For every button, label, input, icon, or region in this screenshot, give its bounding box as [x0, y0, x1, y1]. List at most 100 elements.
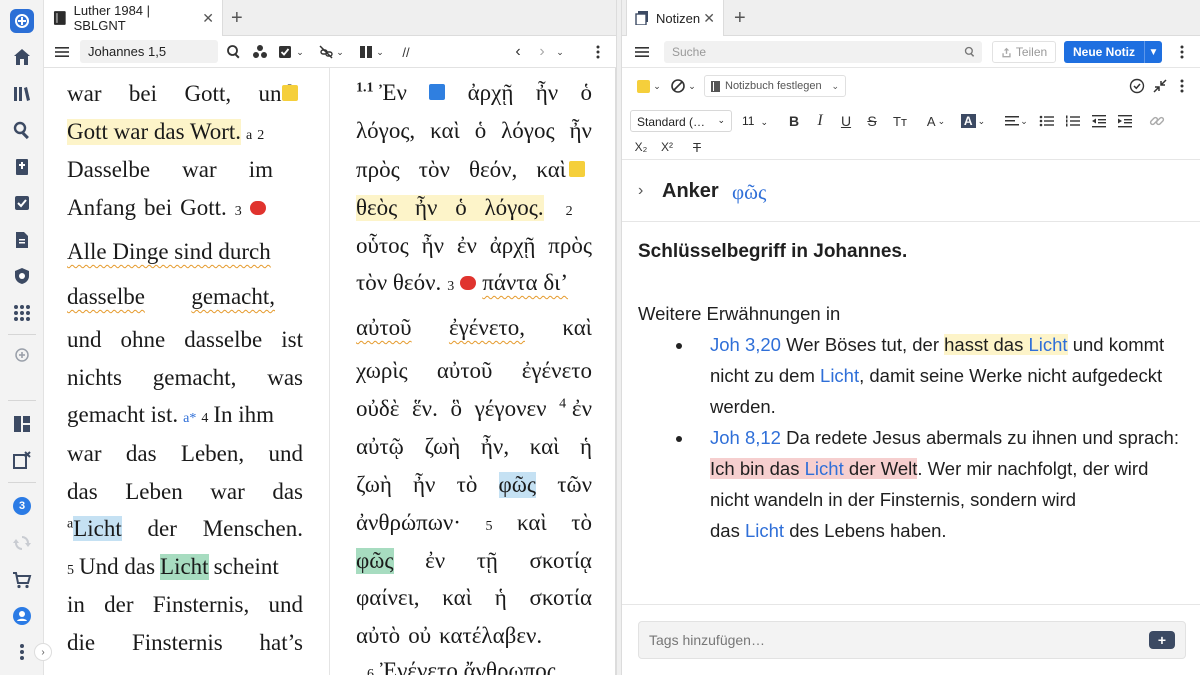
note-marker-icon[interactable] — [429, 84, 446, 100]
layout-icon[interactable] — [10, 412, 34, 436]
text-line: αὐτοῦ ἐγένετο, καὶ — [356, 315, 592, 340]
wavy-underline[interactable]: Alle Dinge sind durch — [67, 239, 271, 265]
note-color-dropdown[interactable]: ⌄ — [636, 76, 662, 96]
shield-icon[interactable] — [10, 264, 34, 288]
outdent-button[interactable] — [1090, 111, 1108, 131]
visual-filter-icon[interactable] — [250, 42, 270, 62]
menu-icon[interactable] — [632, 42, 652, 62]
more-vertical-icon[interactable] — [1174, 42, 1190, 62]
add-tag-icon[interactable]: + — [1149, 631, 1175, 649]
bold-button[interactable]: B — [786, 111, 802, 131]
notes-search-input[interactable]: Suche — [664, 41, 982, 63]
note-marker-icon[interactable] — [282, 85, 298, 101]
luther-text-pane[interactable]: war bei Gott, und Gott war das Wort. a 2 Dass… — [44, 68, 330, 675]
chevron-right-icon[interactable]: › — [638, 182, 643, 200]
next-icon[interactable]: › — [534, 42, 550, 62]
comment-bubble-icon[interactable] — [249, 201, 266, 215]
subscript-button[interactable]: X₂ — [632, 137, 650, 157]
text-line: αὐτῷ ζωὴ ἦν, καὶ ἡ — [356, 434, 592, 459]
clear-formatting-button[interactable]: T — [688, 137, 706, 157]
search-icon[interactable] — [10, 118, 34, 142]
superscript-button[interactable]: X² — [658, 137, 676, 157]
new-note-button[interactable]: Neue Notiz ▼ — [1064, 41, 1162, 63]
more-vertical-icon[interactable] — [590, 42, 606, 62]
close-icon[interactable]: ✕ — [703, 10, 715, 27]
paragraph-style-select[interactable]: Standard (… ⌄ — [630, 110, 732, 132]
note-editor[interactable]: Schlüsselbegriff in Johannes. Weitere Er… — [622, 222, 1200, 604]
tab-notizen[interactable]: Notizen ✕ — [626, 0, 724, 36]
anchor-word-link[interactable]: φῶς — [732, 180, 766, 205]
underline-button[interactable]: U — [838, 111, 854, 131]
chevron-down-icon[interactable]: ▼ — [1144, 41, 1162, 63]
parallel-columns-icon[interactable]: ⌄ — [354, 42, 388, 62]
numbered-list-button[interactable] — [1064, 111, 1082, 131]
font-size-select[interactable]: 11 ⌄ — [742, 110, 772, 132]
logos-logo-icon[interactable] — [10, 9, 34, 33]
link-icon[interactable] — [1148, 111, 1166, 131]
text-line: λόγος, καὶ ὁ λόγος ἦν — [356, 118, 592, 143]
link-off-dropdown-icon[interactable]: ⌄ — [314, 42, 348, 62]
text-line: und ohne dasselbe ist — [67, 327, 303, 352]
share-button[interactable]: Teilen — [992, 41, 1056, 63]
library-icon[interactable] — [10, 82, 34, 106]
checkbox-dropdown-icon[interactable]: ⌄ — [276, 42, 306, 62]
text-line: πρὸς τὸν θεόν, καὶ — [356, 157, 566, 182]
tab-luther-sblgnt[interactable]: Luther 1984 | SBLGNT ✕ — [45, 0, 223, 36]
previous-icon[interactable]: ‹ — [510, 42, 526, 62]
greek-text-pane[interactable]: 1.1 Ἐν ἀρχῇ ἦν ὁ λόγος, καὶ ὁ λόγος ἦν πρὸς τὸν θ… — [331, 68, 616, 675]
text-line: die Finsternis hat’s — [67, 630, 303, 655]
add-tab-icon[interactable]: + — [231, 8, 243, 28]
right-tab-bar: Notizen ✕ + — [622, 0, 1200, 36]
highlight-blue[interactable]: Licht — [73, 516, 122, 541]
more-vertical-icon[interactable] — [10, 640, 34, 664]
note-marker-icon[interactable] — [569, 161, 585, 177]
collapse-icon[interactable] — [1152, 76, 1168, 96]
highlight-green[interactable]: φῶς — [356, 548, 394, 574]
cart-icon[interactable] — [10, 568, 34, 592]
bullet-list-button[interactable] — [1038, 111, 1056, 131]
wavy-underline[interactable]: πάντα δι’ — [482, 270, 568, 296]
indent-button[interactable] — [1116, 111, 1134, 131]
sync-icon[interactable] — [10, 531, 34, 555]
apps-grid-icon[interactable] — [10, 301, 34, 325]
add-tab-icon[interactable]: + — [734, 8, 746, 28]
user-account-icon[interactable] — [10, 604, 34, 628]
clear-size-button[interactable]: Tт — [890, 111, 910, 131]
add-circle-icon[interactable] — [10, 343, 34, 367]
home-icon[interactable] — [10, 45, 34, 69]
sync-toggle[interactable]: // — [396, 42, 416, 62]
check-circle-icon[interactable] — [1128, 76, 1146, 96]
document-icon[interactable] — [10, 228, 34, 252]
comment-bubble-icon[interactable] — [460, 276, 477, 290]
align-dropdown[interactable]: ⌄ — [1002, 111, 1030, 131]
bible-reference-link[interactable]: Joh 8,12 — [710, 427, 781, 448]
reference-input[interactable]: Johannes 1,5 — [80, 40, 218, 63]
highlight-blue[interactable]: φῶς — [498, 472, 537, 498]
more-vertical-icon[interactable] — [1174, 76, 1190, 96]
notification-badge[interactable]: 3 — [10, 494, 34, 518]
notebook-select[interactable]: Notizbuch festlegen ⌄ — [704, 75, 846, 97]
highlight-yellow[interactable]: θεὸς ἦν ὁ λόγος. — [356, 195, 544, 221]
notes-icon — [635, 11, 648, 25]
close-panels-icon[interactable] — [10, 448, 34, 472]
tags-input[interactable]: Tags hinzufügen… + — [638, 621, 1186, 659]
highlight-green[interactable]: Licht — [160, 554, 209, 580]
no-style-dropdown[interactable]: ⌄ — [670, 76, 696, 96]
highlight-yellow[interactable]: Gott war das Wort. — [67, 119, 242, 145]
text-line: χωρὶς αὐτοῦ ἐγένετο — [356, 358, 592, 383]
bible-reference-link[interactable]: Joh 3,20 — [710, 334, 781, 355]
notebook-icon — [711, 80, 720, 92]
font-color-dropdown[interactable]: A ⌄ — [924, 111, 948, 131]
checklist-icon[interactable] — [10, 191, 34, 215]
strikethrough-button[interactable]: S — [864, 111, 880, 131]
search-icon[interactable] — [224, 42, 244, 62]
close-icon[interactable]: ✕ — [202, 10, 214, 27]
note-line: nicht wandeln in der Finsternis, sondern… — [710, 489, 1077, 510]
bible-icon[interactable] — [10, 155, 34, 179]
anchor-row[interactable]: › Anker φῶς — [622, 160, 1200, 222]
note-line: Joh 3,20 Wer Böses tut, der hasst das Li… — [710, 334, 1165, 355]
italic-button[interactable]: I — [812, 111, 828, 131]
history-chevron-down-icon[interactable]: ⌄ — [554, 42, 566, 62]
menu-icon[interactable] — [52, 42, 72, 62]
highlight-color-dropdown[interactable]: A ⌄ — [958, 111, 988, 131]
